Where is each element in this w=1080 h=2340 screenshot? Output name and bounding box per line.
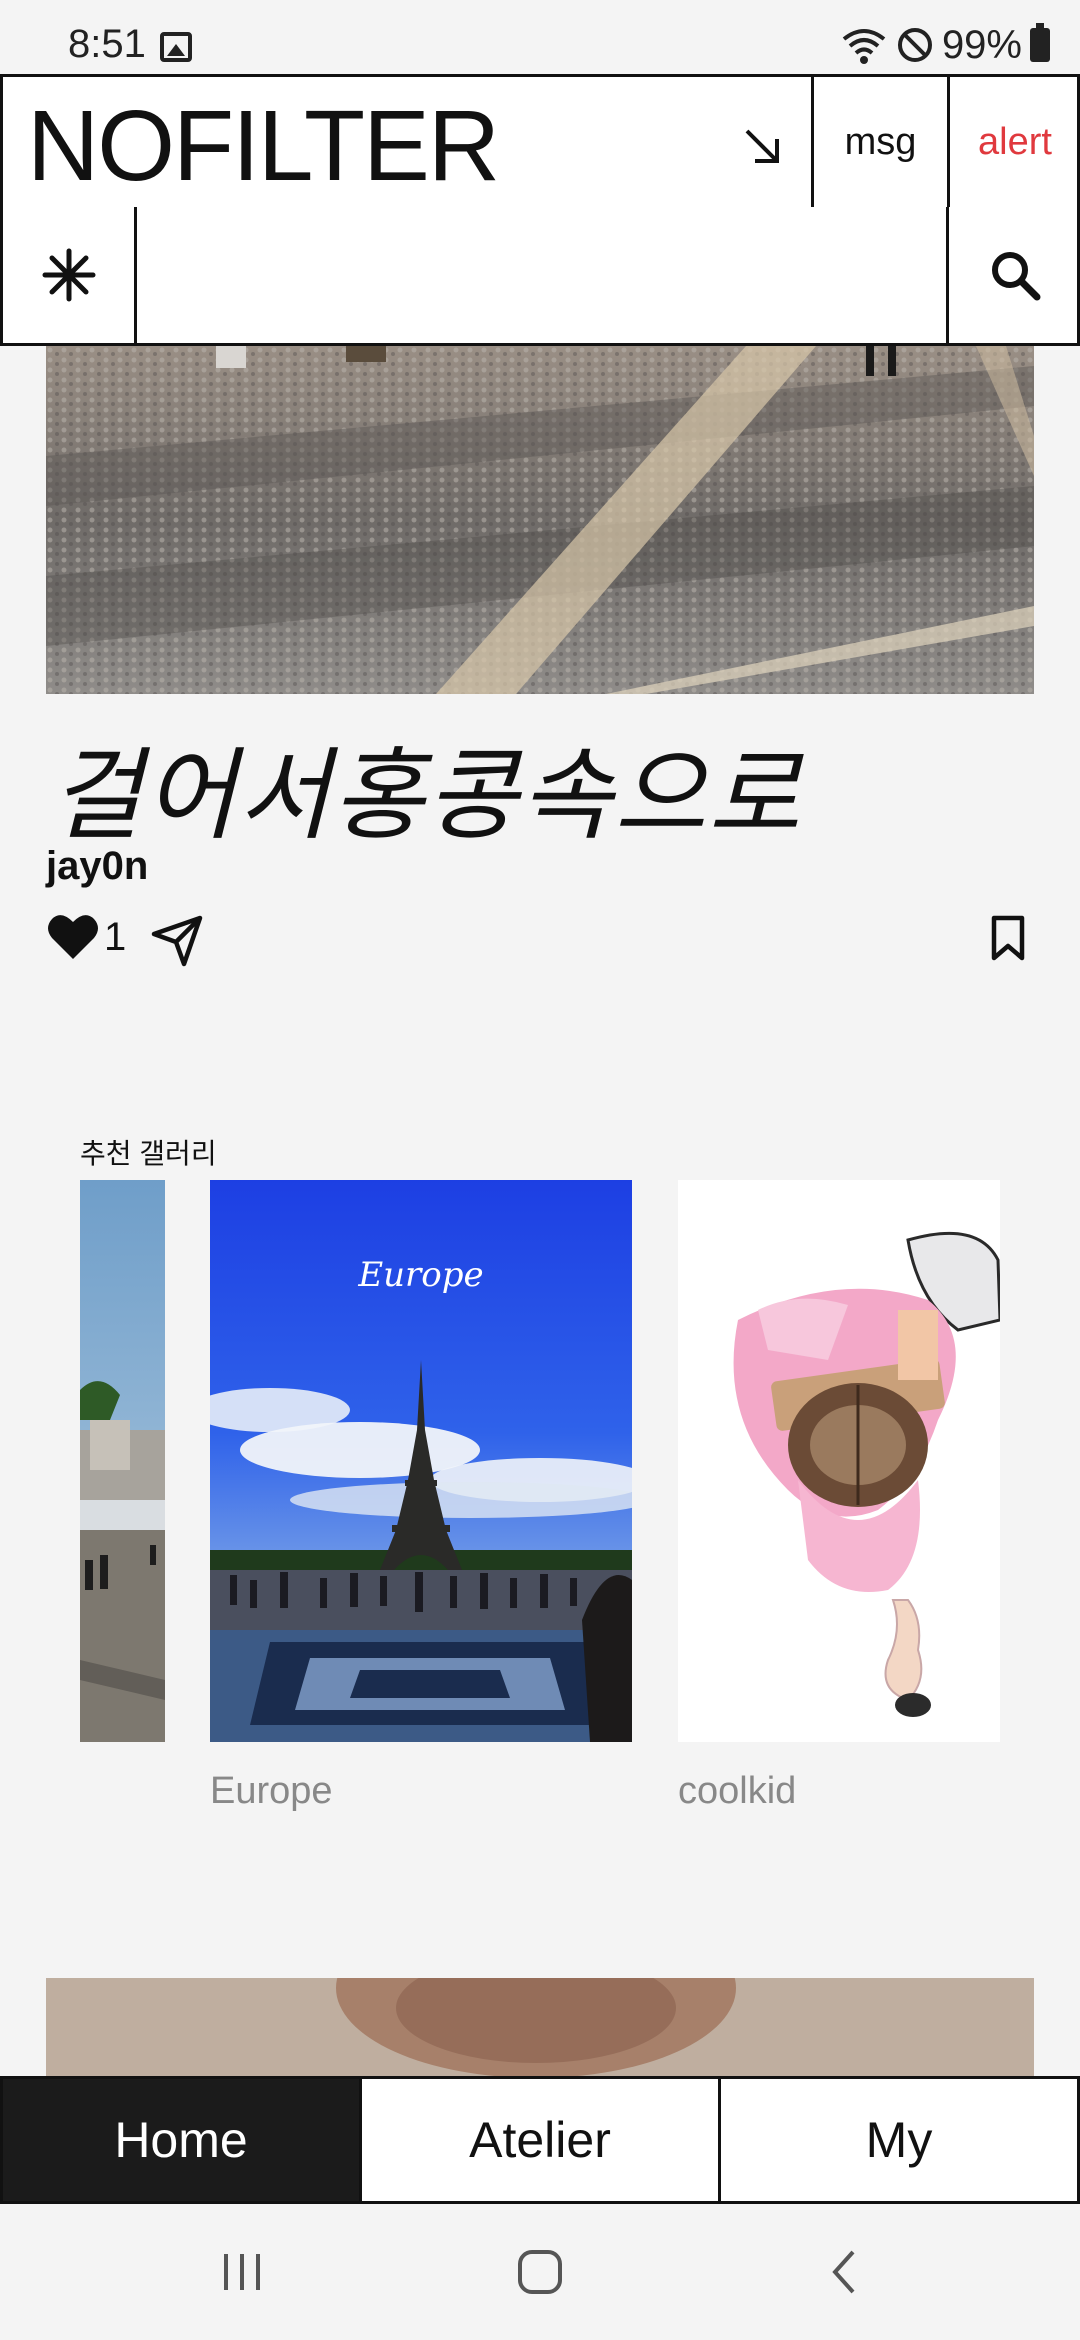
battery-icon <box>1030 23 1050 62</box>
bookmark-button[interactable] <box>988 914 1028 967</box>
heart-icon <box>48 915 98 959</box>
do-not-disturb-icon <box>897 28 932 62</box>
post-image[interactable] <box>46 346 1034 694</box>
post-title[interactable]: 걸어서홍콩속으로 <box>50 714 802 859</box>
recent-apps-icon[interactable] <box>212 2242 272 2302</box>
status-indicators: 99% <box>840 22 1050 68</box>
app-screen: 8:51 99% NOFILTER msg alert 걸어서홍콩속으로 jay… <box>0 0 1080 2340</box>
nav-home[interactable]: Home <box>3 2079 362 2201</box>
wifi-icon <box>842 29 886 64</box>
gallery-card-image: Europe <box>210 1180 632 1742</box>
gallery-label-coolkid[interactable]: coolkid <box>678 1770 796 1813</box>
gallery-label-europe[interactable]: Europe <box>210 1770 333 1813</box>
status-bar: 8:51 99% <box>0 0 1080 74</box>
search-button[interactable] <box>946 207 1080 343</box>
gallery-section-title: 추천 갤러리 <box>80 1138 217 1169</box>
system-navigation-bar <box>0 2204 1080 2340</box>
gallery-card-europe[interactable]: Europe <box>210 1180 632 1742</box>
back-icon[interactable] <box>815 2242 875 2302</box>
next-post-image[interactable] <box>46 1978 1034 2078</box>
search-icon <box>991 252 1040 301</box>
post-author[interactable]: jay0n <box>46 844 148 889</box>
image-notification-icon <box>160 32 192 62</box>
app-header: NOFILTER msg alert <box>0 74 1080 210</box>
paper-plane-icon <box>151 915 203 967</box>
like-button[interactable]: 1 <box>46 912 126 962</box>
nav-my[interactable]: My <box>721 2079 1077 2201</box>
app-logo[interactable]: NOFILTER <box>27 91 500 201</box>
battery-percent: 99% <box>941 22 1022 67</box>
status-time: 8:51 <box>68 22 146 66</box>
menu-star-button[interactable] <box>3 207 137 343</box>
like-count: 1 <box>104 914 127 959</box>
bookmark-icon <box>991 915 1025 961</box>
gallery-card-hongkong[interactable] <box>80 1180 165 1742</box>
msg-button[interactable]: msg <box>811 77 947 207</box>
gallery-card-image <box>80 1180 165 1742</box>
post-actions: 1 <box>46 912 1034 972</box>
alert-button[interactable]: alert <box>947 77 1080 207</box>
search-input[interactable] <box>140 207 946 343</box>
gallery-card-image <box>678 1180 1000 1742</box>
gallery-card-coolkid[interactable] <box>678 1180 1000 1742</box>
next-post-photo <box>46 1978 1034 2078</box>
home-icon[interactable] <box>510 2242 570 2302</box>
post-photo <box>46 346 1034 694</box>
europe-overlay-text: Europe <box>357 1255 483 1295</box>
search-bar <box>0 207 1080 346</box>
bottom-navigation: Home Atelier My <box>0 2076 1080 2204</box>
arrow-down-right-icon[interactable] <box>733 117 793 177</box>
asterisk-icon <box>42 248 95 302</box>
share-button[interactable] <box>150 914 206 973</box>
nav-atelier[interactable]: Atelier <box>362 2079 721 2201</box>
